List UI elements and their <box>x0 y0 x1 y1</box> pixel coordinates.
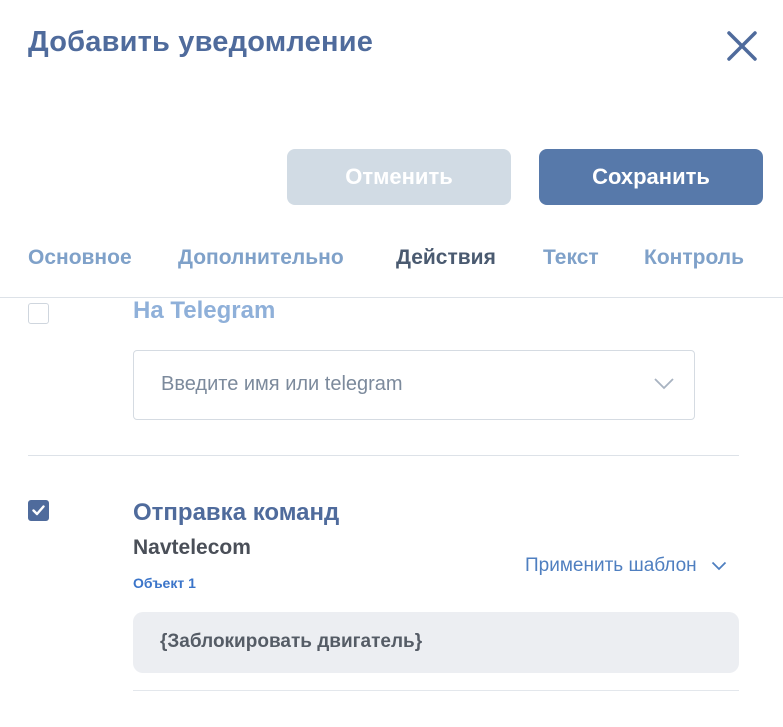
tab-main[interactable]: Основное <box>28 246 132 270</box>
commands-section-title: Отправка команд <box>133 499 340 526</box>
save-button[interactable]: Сохранить <box>539 149 763 205</box>
chevron-down-icon <box>654 378 674 390</box>
apply-template-dropdown[interactable]: Применить шаблон <box>525 555 727 577</box>
tab-text[interactable]: Текст <box>543 246 599 270</box>
chevron-down-icon <box>711 561 726 571</box>
telegram-recipient-select[interactable]: Введите имя или telegram <box>133 350 695 420</box>
command-text-field[interactable]: {Заблокировать двигатель} <box>133 612 739 673</box>
close-icon <box>727 31 757 61</box>
object-link[interactable]: Объект 1 <box>133 575 196 591</box>
device-name: Navtelecom <box>133 536 251 559</box>
telegram-section-title: На Telegram <box>133 297 276 324</box>
tab-control[interactable]: Контроль <box>644 246 744 270</box>
bottom-divider <box>133 690 739 691</box>
commands-checkbox[interactable] <box>28 500 49 521</box>
tab-additional[interactable]: Дополнительно <box>178 246 344 270</box>
telegram-checkbox[interactable] <box>28 303 49 324</box>
section-divider <box>28 455 739 456</box>
cancel-button[interactable]: Отменить <box>287 149 511 205</box>
close-button[interactable] <box>724 28 760 64</box>
apply-template-label: Применить шаблон <box>525 555 697 576</box>
dialog-title: Добавить уведомление <box>28 26 374 58</box>
telegram-recipient-placeholder: Введите имя или telegram <box>161 373 403 395</box>
tab-actions[interactable]: Действия <box>396 246 496 270</box>
tab-bar: Основное Дополнительно Действия Текст Ко… <box>0 244 783 298</box>
command-text: {Заблокировать двигатель} <box>160 631 423 652</box>
check-icon <box>32 505 45 516</box>
